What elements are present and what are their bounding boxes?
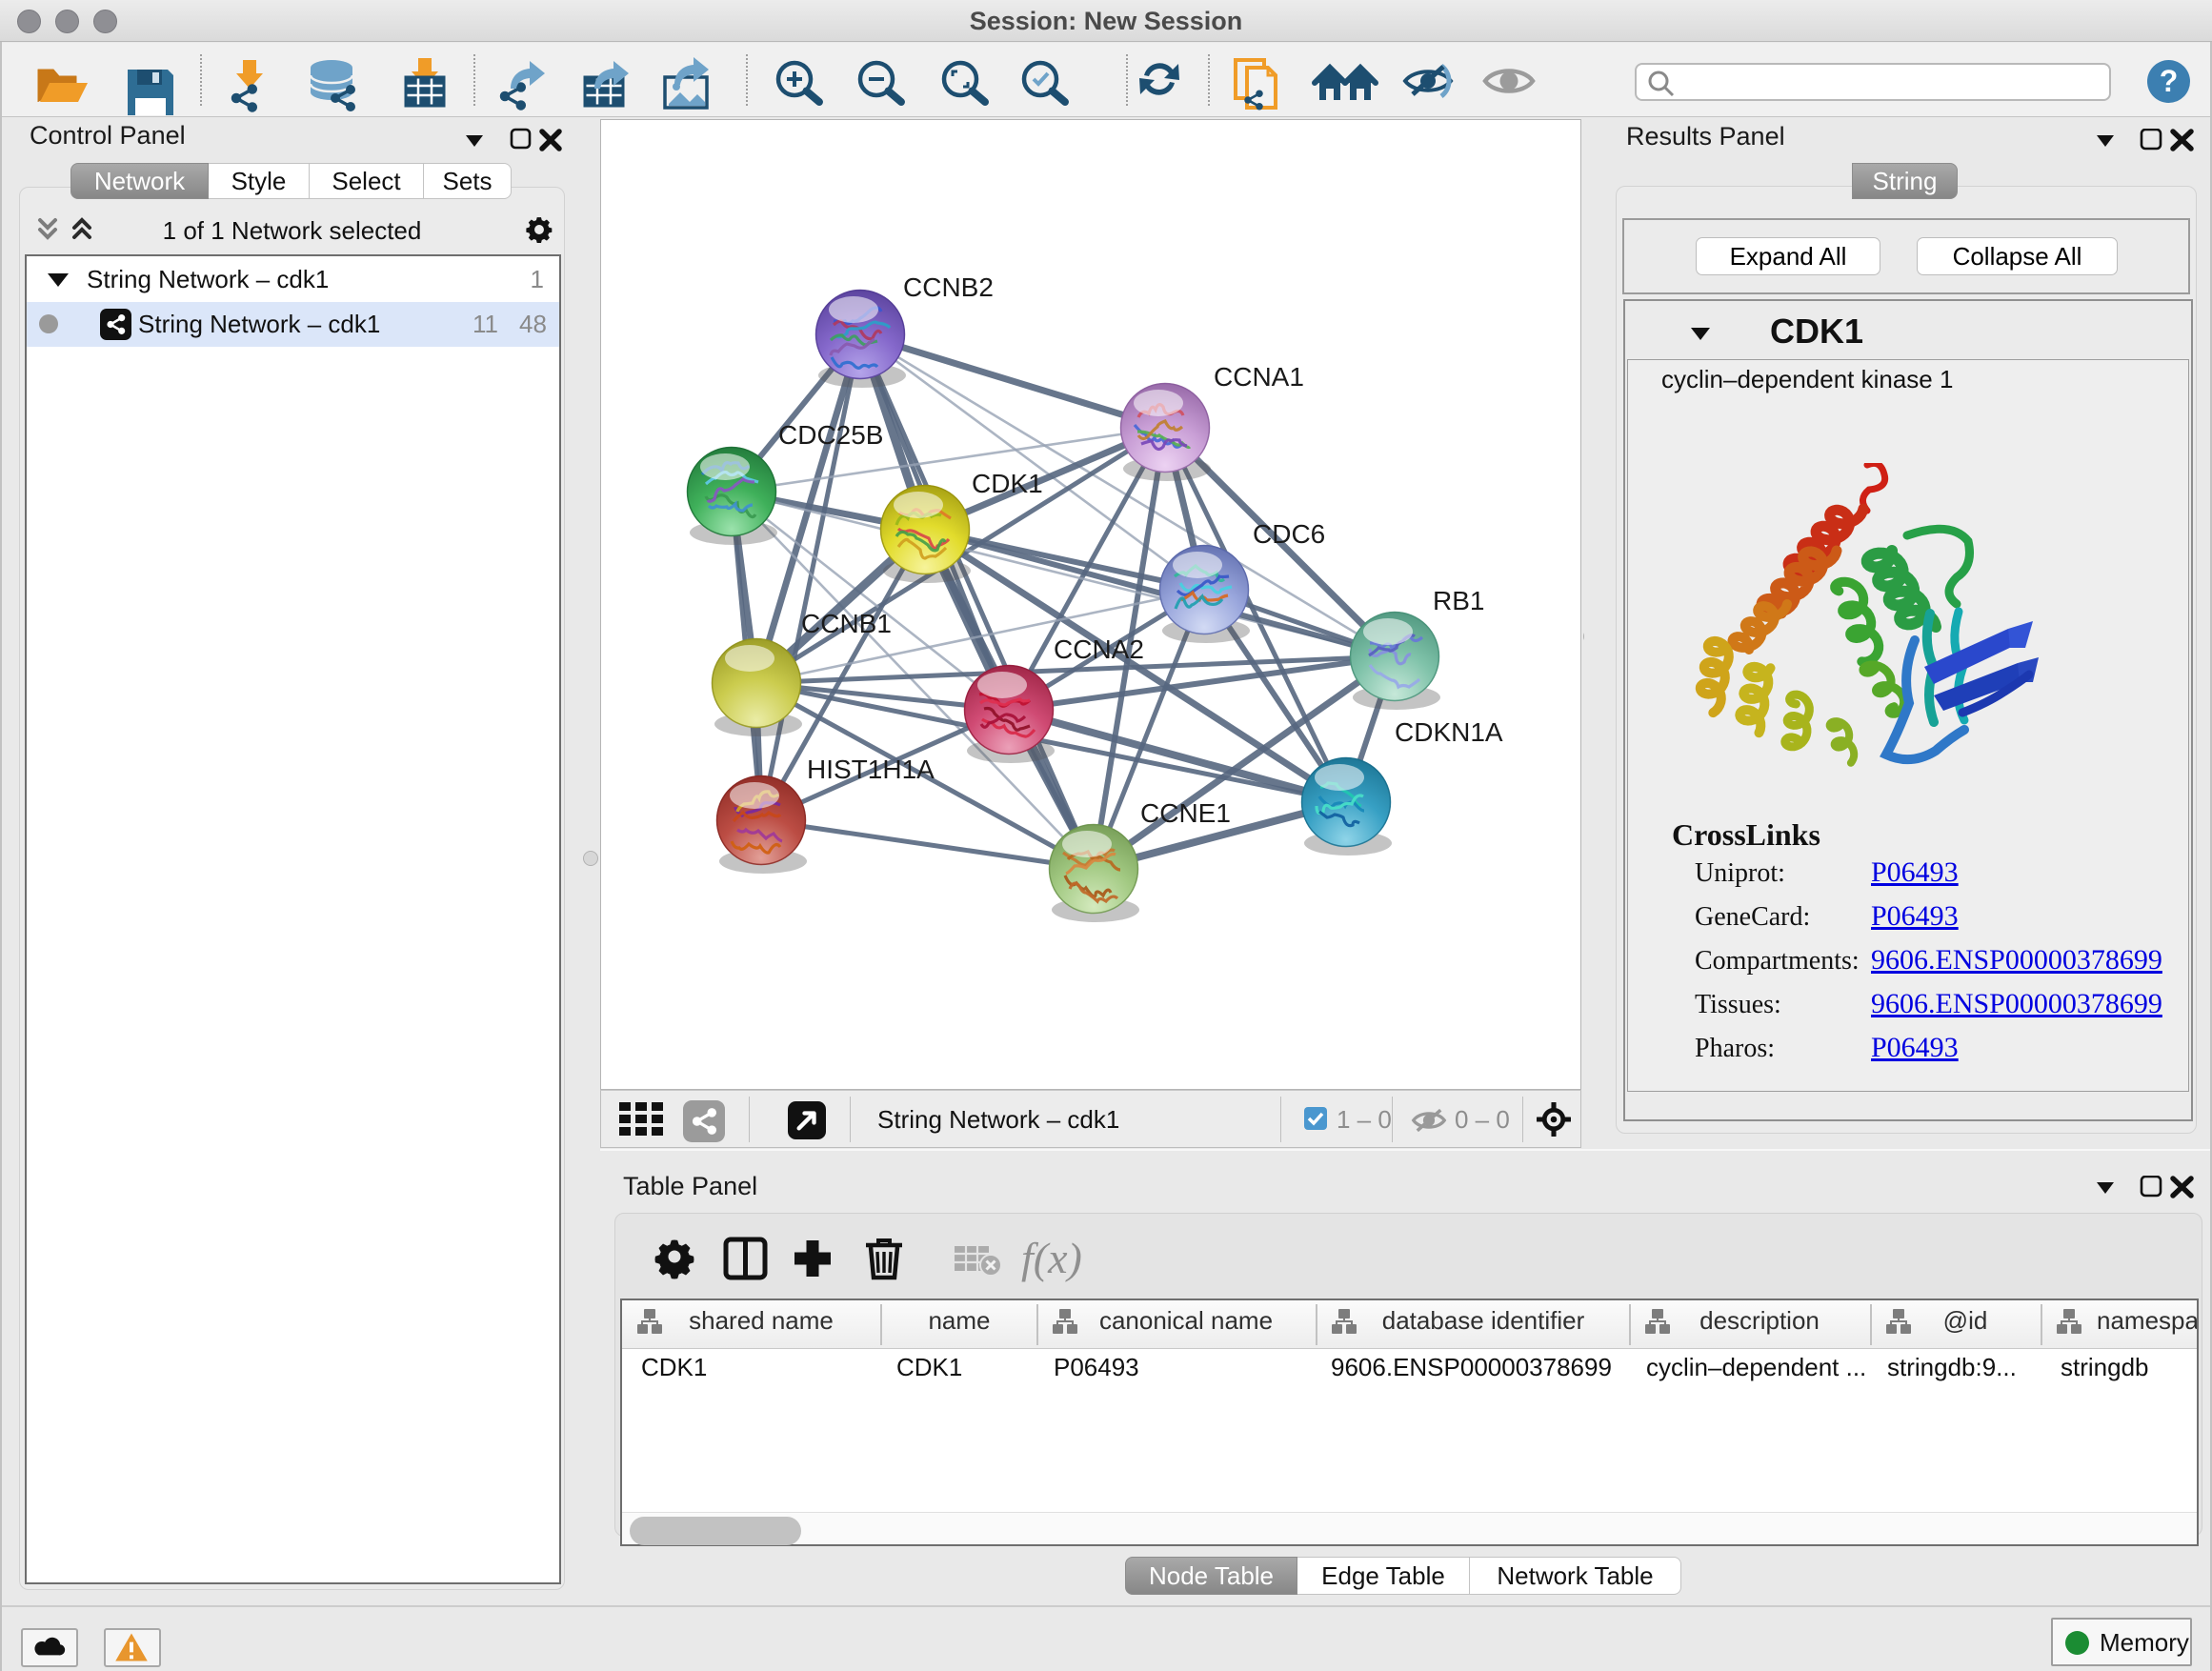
svg-text:CDC6: CDC6 (1253, 519, 1325, 549)
svg-text:CDK1: CDK1 (641, 1353, 707, 1381)
svg-text:@id: @id (1943, 1306, 1988, 1335)
svg-text:f(x): f(x) (1021, 1234, 1082, 1282)
svg-text:shared name: shared name (689, 1306, 834, 1335)
svg-text:description: description (1699, 1306, 1820, 1335)
svg-text:CCNB1: CCNB1 (801, 609, 892, 638)
svg-text:CCNA1: CCNA1 (1214, 362, 1304, 392)
svg-text:CDKN1A: CDKN1A (1395, 717, 1503, 747)
svg-text:P06493: P06493 (1054, 1353, 1139, 1381)
svg-text:CCNA2: CCNA2 (1054, 634, 1144, 664)
svg-text:CCNB2: CCNB2 (903, 272, 994, 302)
svg-text:name: name (928, 1306, 990, 1335)
svg-text:HIST1H1A: HIST1H1A (807, 755, 935, 784)
svg-text:stringdb: stringdb (2061, 1353, 2149, 1381)
svg-text:stringdb:9...: stringdb:9... (1887, 1353, 2017, 1381)
svg-text:cyclin–dependent ...: cyclin–dependent ... (1646, 1353, 1866, 1381)
svg-text:CDK1: CDK1 (896, 1353, 962, 1381)
svg-text:CDC25B: CDC25B (778, 420, 883, 450)
svg-text:RB1: RB1 (1433, 586, 1484, 615)
svg-text:9606.ENSP00000378699: 9606.ENSP00000378699 (1331, 1353, 1612, 1381)
svg-text:CDK1: CDK1 (972, 469, 1043, 498)
svg-text:CCNE1: CCNE1 (1140, 798, 1231, 828)
svg-text:database identifier: database identifier (1382, 1306, 1585, 1335)
svg-text:canonical name: canonical name (1099, 1306, 1273, 1335)
svg-text:namespac: namespac (2097, 1306, 2197, 1335)
